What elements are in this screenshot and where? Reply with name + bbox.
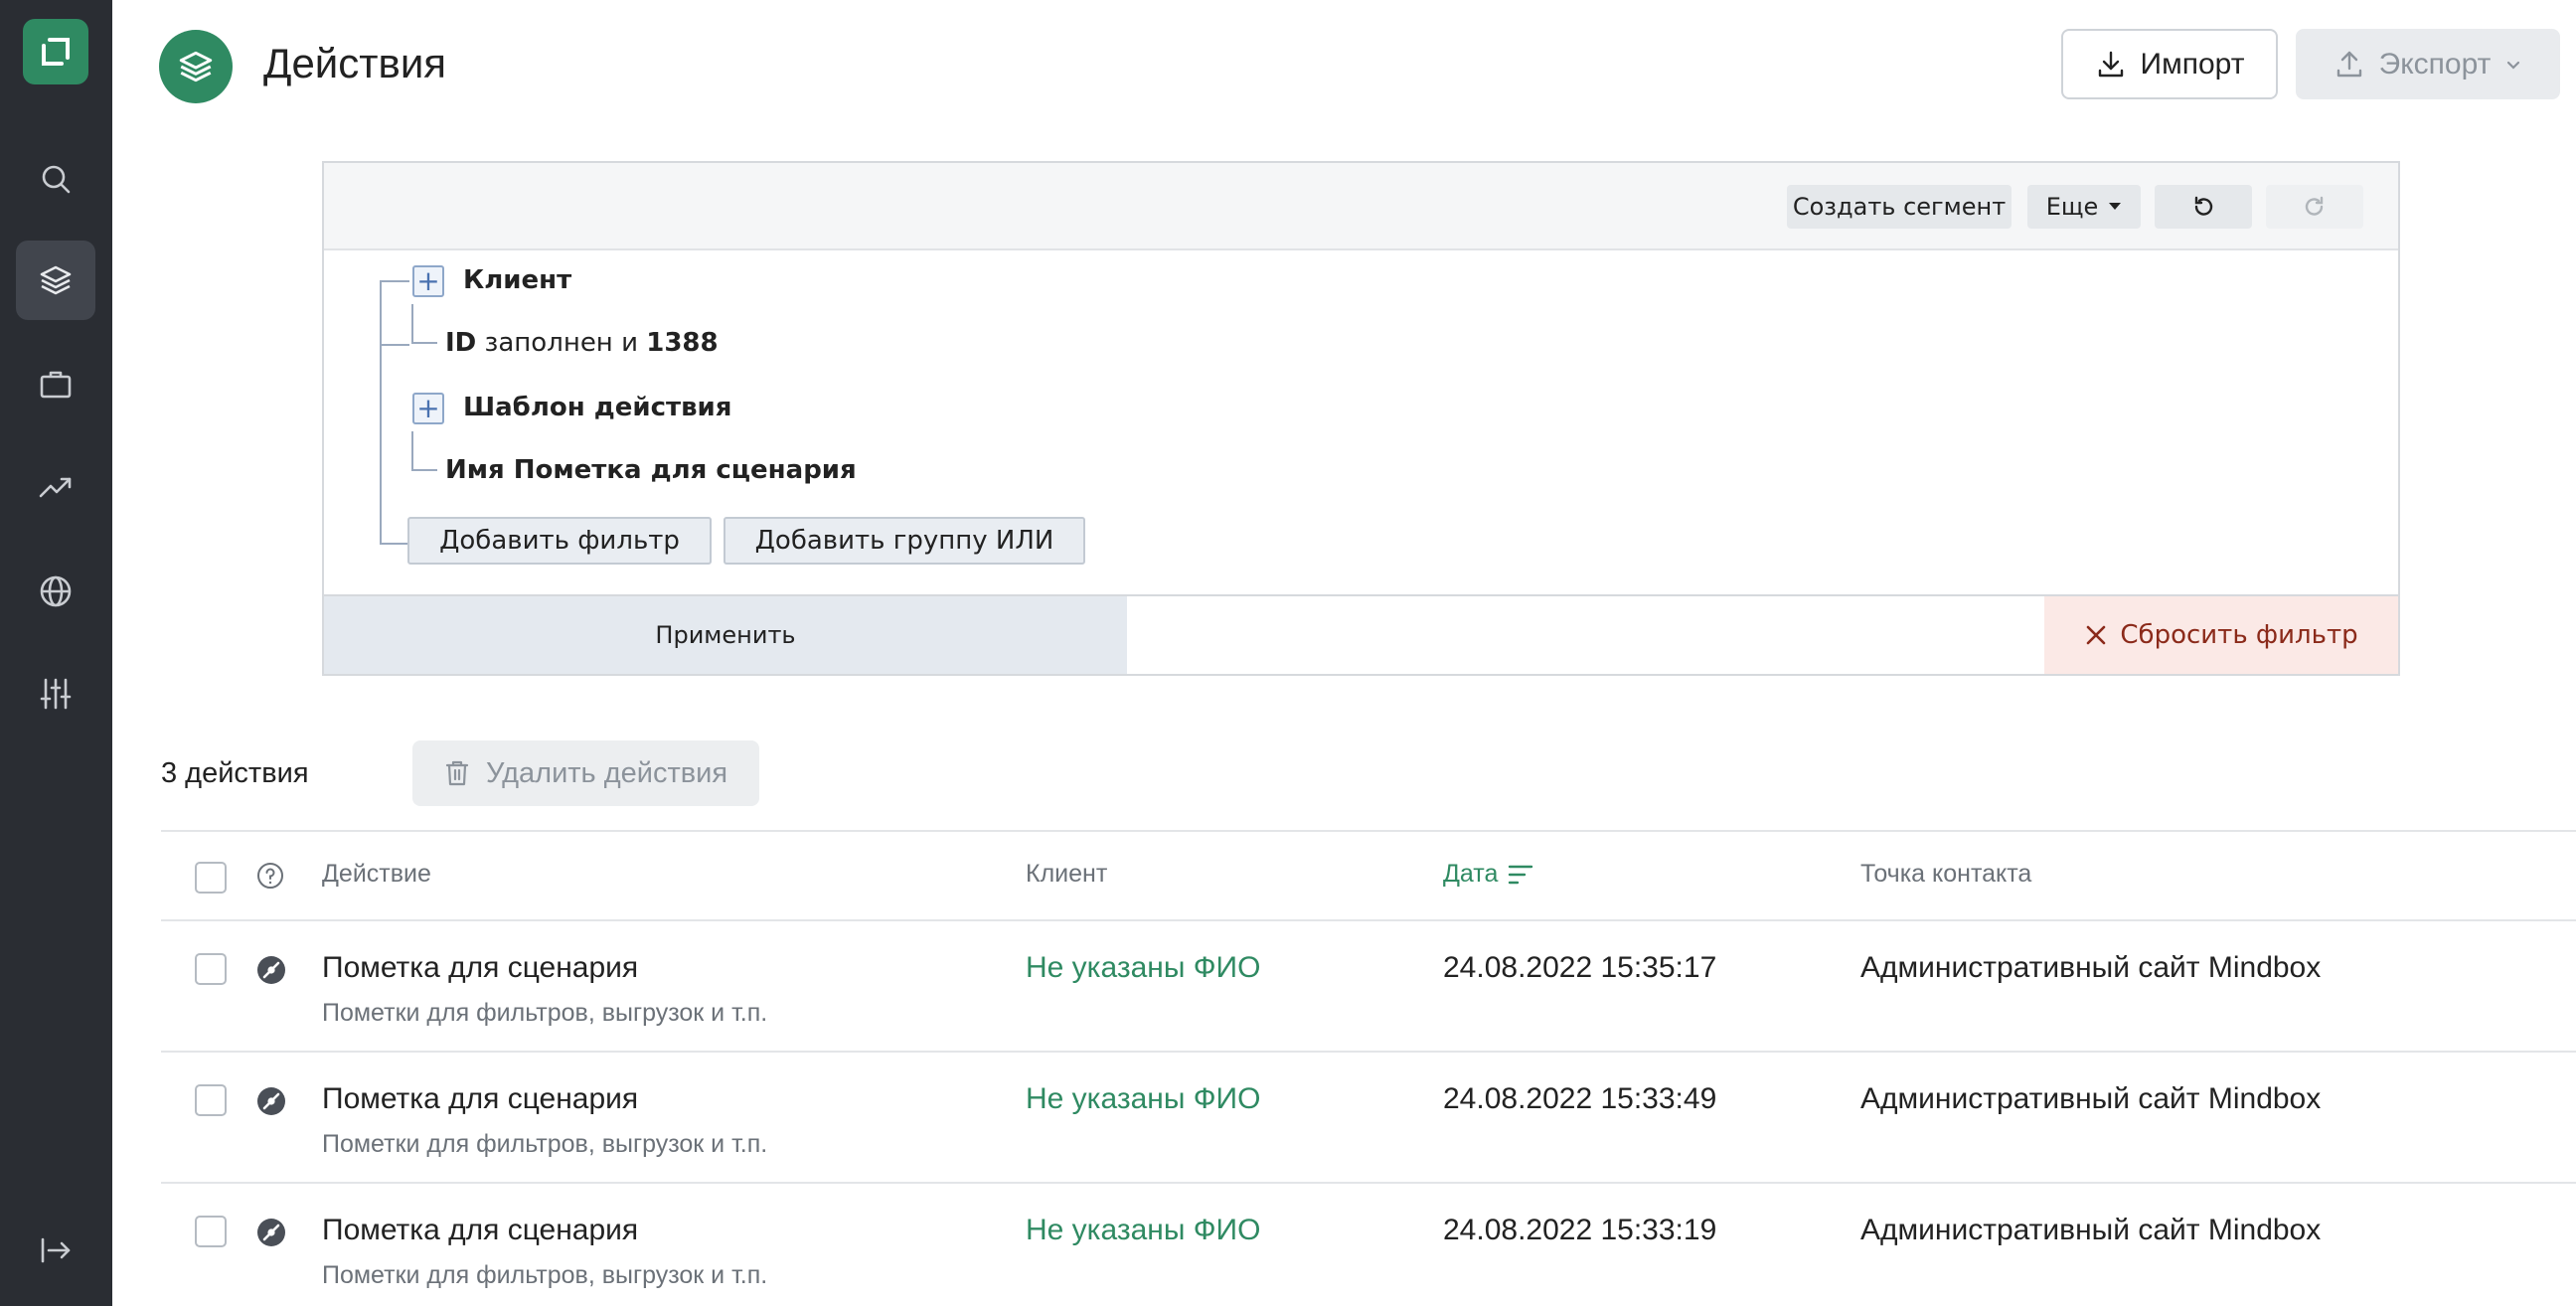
filter-group-client-title: Клиент bbox=[463, 265, 572, 295]
logout-icon[interactable] bbox=[16, 1211, 95, 1290]
client-link[interactable]: Не указаны ФИО bbox=[1026, 1082, 1260, 1116]
reset-filter-button[interactable]: Сбросить фильтр bbox=[2044, 596, 2398, 674]
sidebar bbox=[0, 0, 112, 1306]
page-layers-icon bbox=[159, 30, 233, 103]
column-header-contact-point[interactable]: Точка контакта bbox=[1860, 860, 2031, 889]
tree-connector bbox=[411, 431, 413, 471]
add-or-group-label: Добавить группу ИЛИ bbox=[754, 526, 1054, 556]
settings-sliders-icon[interactable] bbox=[16, 654, 95, 734]
create-segment-label: Создать сегмент bbox=[1792, 193, 2007, 221]
tree-connector bbox=[380, 344, 409, 346]
tree-connector bbox=[380, 280, 409, 282]
contact-point: Административный сайт Mindbox bbox=[1860, 1214, 2322, 1246]
chevron-down-icon bbox=[2507, 61, 2520, 70]
actions-count: 3 действия bbox=[161, 757, 309, 789]
undo-button[interactable] bbox=[2155, 185, 2252, 229]
delete-label: Удалить действия bbox=[485, 756, 728, 789]
column-header-date[interactable]: Дата bbox=[1443, 860, 1533, 889]
apply-filter-button[interactable]: Применить bbox=[324, 596, 1127, 674]
caret-down-icon bbox=[2109, 203, 2122, 210]
action-type-icon bbox=[257, 956, 285, 984]
reset-label: Сбросить фильтр bbox=[2120, 620, 2358, 650]
action-date: 24.08.2022 15:35:17 bbox=[1443, 951, 1717, 984]
filter-tree: + Клиент ID заполнен и 1388 + Шаблон дей… bbox=[324, 250, 2398, 598]
export-button[interactable]: Экспорт bbox=[2296, 29, 2560, 99]
add-filter-button[interactable]: Добавить фильтр bbox=[407, 517, 712, 565]
action-subtitle: Пометки для фильтров, выгрузок и т.п. bbox=[322, 999, 768, 1027]
apply-label: Применить bbox=[655, 621, 796, 649]
briefcase-icon[interactable] bbox=[16, 344, 95, 423]
table-header: Действие Клиент Дата Точка контакта bbox=[161, 830, 2576, 921]
table-row[interactable]: Пометка для сценария Пометки для фильтро… bbox=[161, 1053, 2576, 1184]
tree-connector bbox=[411, 342, 437, 344]
analytics-trend-icon[interactable] bbox=[16, 447, 95, 527]
action-date: 24.08.2022 15:33:19 bbox=[1443, 1214, 1717, 1246]
upload-icon bbox=[2336, 51, 2361, 77]
row-checkbox[interactable] bbox=[195, 1216, 227, 1247]
sort-descending-icon bbox=[1509, 865, 1533, 884]
action-type-icon bbox=[257, 1219, 285, 1246]
column-header-date-label: Дата bbox=[1443, 860, 1499, 888]
action-title[interactable]: Пометка для сценария bbox=[322, 1082, 638, 1116]
contact-point: Административный сайт Mindbox bbox=[1860, 951, 2322, 984]
contact-point: Административный сайт Mindbox bbox=[1860, 1082, 2322, 1115]
redo-button[interactable] bbox=[2266, 185, 2363, 229]
tree-connector bbox=[411, 304, 413, 344]
row-checkbox[interactable] bbox=[195, 1084, 227, 1116]
filter-action-bar: Применить Сбросить фильтр bbox=[324, 594, 2398, 674]
actions-table: Действие Клиент Дата Точка контакта Поме… bbox=[161, 830, 2576, 1306]
filter-group-template-title: Шаблон действия bbox=[463, 393, 732, 422]
import-label: Импорт bbox=[2140, 47, 2245, 81]
action-title[interactable]: Пометка для сценария bbox=[322, 1214, 638, 1247]
filter-condition-template-name[interactable]: Имя Пометка для сценария bbox=[445, 455, 857, 485]
client-link[interactable]: Не указаны ФИО bbox=[1026, 951, 1260, 985]
app-logo-icon[interactable] bbox=[23, 19, 88, 84]
select-all-checkbox[interactable] bbox=[195, 862, 227, 894]
action-date: 24.08.2022 15:33:49 bbox=[1443, 1082, 1717, 1115]
column-header-client[interactable]: Клиент bbox=[1026, 860, 1107, 889]
column-header-action[interactable]: Действие bbox=[322, 860, 431, 889]
add-filter-label: Добавить фильтр bbox=[439, 526, 680, 556]
undo-icon bbox=[2194, 196, 2213, 216]
add-or-group-button[interactable]: Добавить группу ИЛИ bbox=[724, 517, 1085, 565]
delete-actions-button[interactable]: Удалить действия bbox=[412, 740, 759, 806]
search-icon[interactable] bbox=[16, 139, 95, 219]
redo-icon bbox=[2305, 196, 2324, 216]
create-segment-button[interactable]: Создать сегмент bbox=[1787, 185, 2012, 229]
table-row[interactable]: Пометка для сценария Пометки для фильтро… bbox=[161, 921, 2576, 1053]
globe-icon[interactable] bbox=[16, 552, 95, 631]
filter-panel: Создать сегмент Еще + Клиент ID заполнен… bbox=[322, 161, 2400, 676]
nav-actions-layers-icon[interactable] bbox=[16, 241, 95, 320]
table-row[interactable]: Пометка для сценария Пометки для фильтро… bbox=[161, 1184, 2576, 1306]
action-subtitle: Пометки для фильтров, выгрузок и т.п. bbox=[322, 1130, 768, 1158]
download-icon bbox=[2098, 51, 2123, 77]
action-title[interactable]: Пометка для сценария bbox=[322, 951, 638, 985]
expand-group-client-plus-icon[interactable]: + bbox=[412, 265, 444, 297]
tree-connector bbox=[380, 543, 409, 545]
more-label: Еще bbox=[2045, 193, 2099, 221]
more-dropdown-button[interactable]: Еще bbox=[2027, 185, 2141, 229]
row-checkbox[interactable] bbox=[195, 953, 227, 985]
tree-connector bbox=[411, 469, 437, 471]
expand-group-template-plus-icon[interactable]: + bbox=[412, 393, 444, 424]
close-icon bbox=[2087, 625, 2106, 645]
help-icon[interactable] bbox=[256, 862, 284, 890]
tree-connector bbox=[380, 280, 382, 545]
action-subtitle: Пометки для фильтров, выгрузок и т.п. bbox=[322, 1261, 768, 1289]
action-type-icon bbox=[257, 1087, 285, 1115]
import-button[interactable]: Импорт bbox=[2061, 29, 2278, 99]
trash-icon bbox=[445, 760, 469, 786]
page-title: Действия bbox=[263, 40, 447, 86]
export-label: Экспорт bbox=[2378, 47, 2492, 81]
client-link[interactable]: Не указаны ФИО bbox=[1026, 1214, 1260, 1247]
filter-toolbar: Создать сегмент Еще bbox=[324, 163, 2398, 250]
filter-condition-client-id[interactable]: ID заполнен и 1388 bbox=[445, 328, 719, 358]
